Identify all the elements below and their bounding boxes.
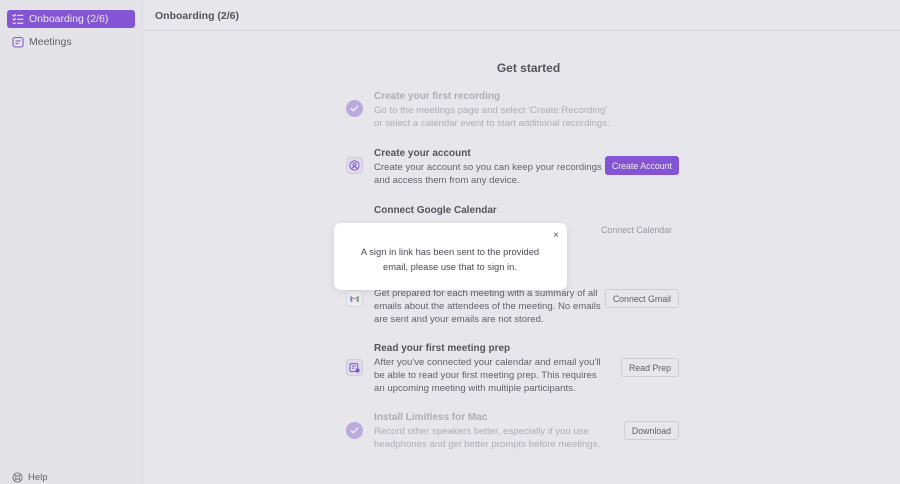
sign-in-toast: × A sign in link has been sent to the pr… [334,223,567,290]
close-icon[interactable]: × [553,230,559,241]
toast-message: A sign in link has been sent to the prov… [360,246,540,272]
